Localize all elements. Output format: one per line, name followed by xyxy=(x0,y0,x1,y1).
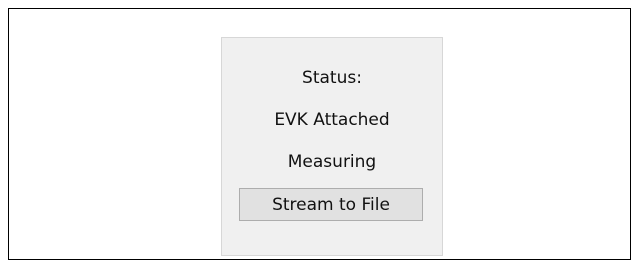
measurement-status: Measuring xyxy=(287,152,377,172)
connection-status: EVK Attached xyxy=(274,110,390,130)
status-title: Status: xyxy=(302,68,362,88)
status-panel: Status: EVK Attached Measuring Stream to… xyxy=(221,37,443,256)
figure-frame: Status: EVK Attached Measuring Stream to… xyxy=(8,8,631,260)
stream-to-file-button[interactable]: Stream to File xyxy=(239,188,423,221)
